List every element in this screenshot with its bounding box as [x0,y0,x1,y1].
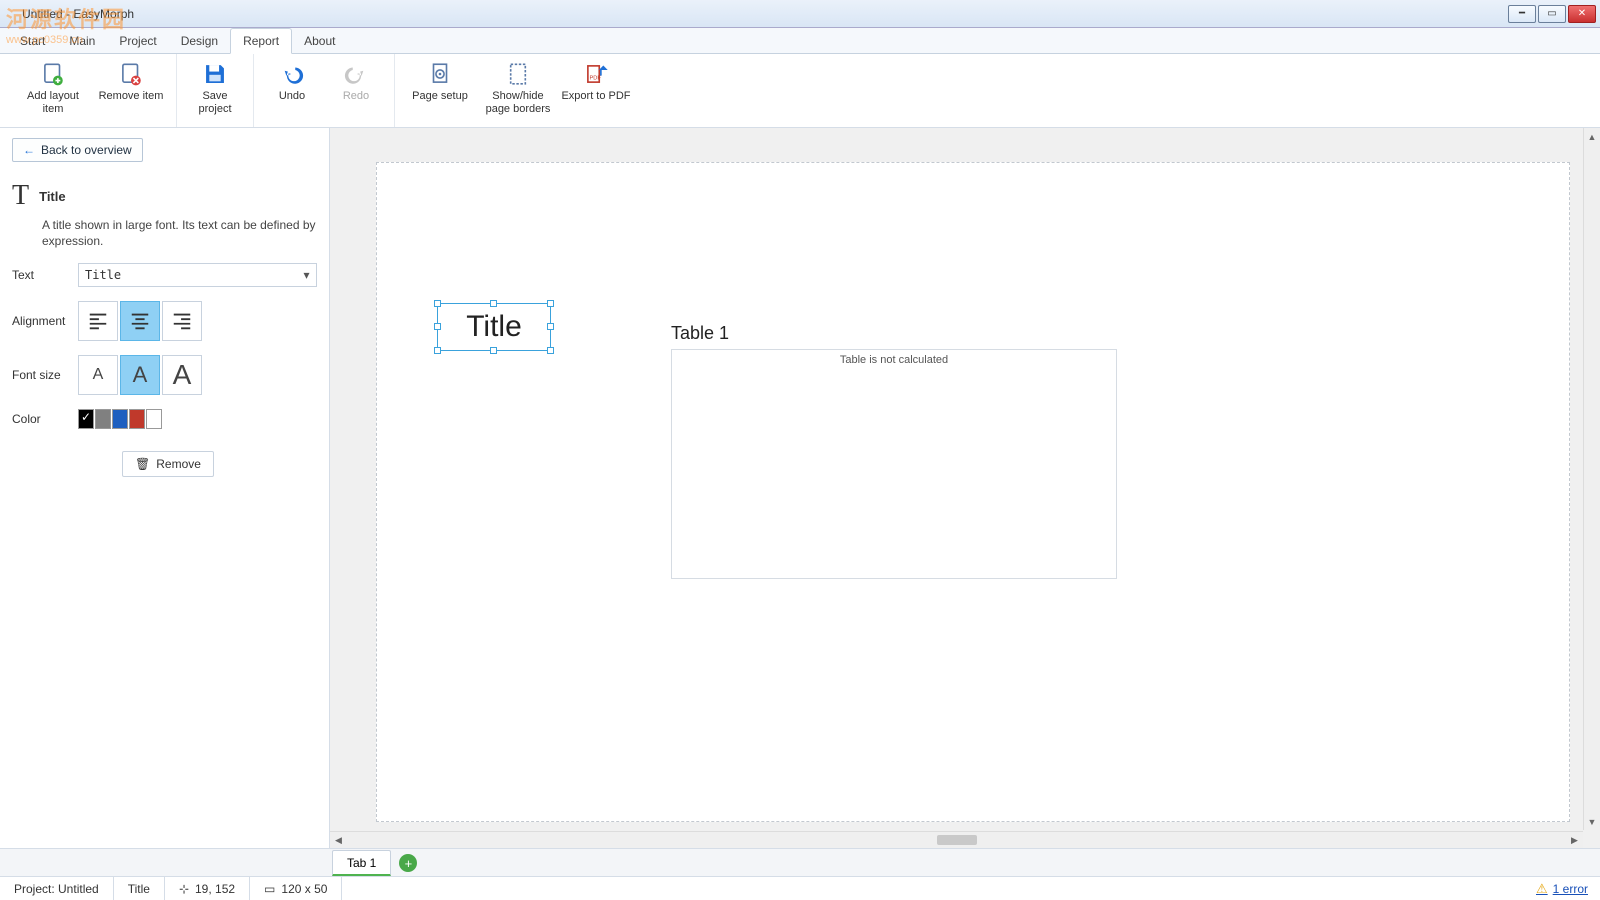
window-titlebar: Untitled - EasyMorph ━ ▭ ✕ [0,0,1600,28]
tab-design[interactable]: Design [169,29,230,53]
selected-title-element[interactable]: Title [437,303,551,351]
status-errors-link[interactable]: ⚠ 1 error [1536,881,1600,897]
scroll-down-button[interactable]: ▼ [1584,813,1600,830]
page-borders-icon [505,60,531,88]
color-gray[interactable] [95,409,111,429]
fontsize-small-button[interactable]: A [78,355,118,395]
table-not-calculated-msg: Table is not calculated [840,354,948,366]
color-swatches [78,409,162,429]
warning-icon: ⚠ [1536,881,1548,897]
element-type-label: Title [39,189,66,204]
trash-icon: 🗑 [135,457,150,471]
redo-icon [343,60,369,88]
status-project: Project: Untitled [0,877,114,900]
add-sheet-button[interactable]: + [399,854,417,872]
maximize-button[interactable]: ▭ [1538,5,1566,23]
save-icon [202,60,228,88]
properties-panel: ← Back to overview T Title A title shown… [0,128,330,848]
sheet-tabs: Tab 1 + [0,848,1600,876]
status-position: ⊹ 19, 152 [165,877,250,900]
color-blue[interactable] [112,409,128,429]
table-element-title[interactable]: Table 1 [671,323,729,344]
title-text-input[interactable] [79,268,296,282]
add-layout-item-button[interactable]: Add layout item [14,58,92,123]
fontsize-label: Font size [12,368,78,382]
color-black[interactable] [78,409,94,429]
remove-item-button[interactable]: Remove item [92,58,170,123]
report-page[interactable]: Title Table 1 Table is not calculated [376,162,1570,822]
ribbon: Add layout item Remove item Save project… [0,54,1600,128]
fontsize-large-button[interactable]: A [162,355,202,395]
text-input-wrap: ▾ [78,263,317,287]
tab-report[interactable]: Report [230,28,292,54]
save-project-button[interactable]: Save project [183,58,247,123]
fontsize-medium-button[interactable]: A [120,355,160,395]
redo-button[interactable]: Redo [324,58,388,123]
close-button[interactable]: ✕ [1568,5,1596,23]
color-label: Color [12,412,78,426]
report-canvas[interactable]: Title Table 1 Table is not calculated ▲ … [330,128,1600,848]
size-icon: ▭ [264,882,275,896]
back-arrow-icon: ← [23,143,35,157]
align-left-icon [87,310,109,332]
resize-handle-ne[interactable] [547,300,554,307]
scroll-up-button[interactable]: ▲ [1584,128,1600,145]
horizontal-scrollbar[interactable]: ◀ ▶ [330,831,1583,848]
color-white[interactable] [146,409,162,429]
undo-icon [279,60,305,88]
page-setup-icon [427,60,453,88]
resize-handle-w[interactable] [434,323,441,330]
sheet-tab-1[interactable]: Tab 1 [332,850,391,876]
align-right-button[interactable] [162,301,202,341]
align-center-icon [129,310,151,332]
undo-button[interactable]: Undo [260,58,324,123]
resize-handle-e[interactable] [547,323,554,330]
resize-handle-se[interactable] [547,347,554,354]
alignment-label: Alignment [12,314,78,328]
position-icon: ⊹ [179,882,189,896]
page-setup-button[interactable]: Page setup [401,58,479,123]
back-to-overview-button[interactable]: ← Back to overview [12,138,143,162]
text-dropdown-button[interactable]: ▾ [296,268,316,282]
add-layout-icon [40,60,66,88]
tab-project[interactable]: Project [107,29,168,53]
align-right-icon [171,310,193,332]
export-pdf-button[interactable]: PDF Export to PDF [557,58,635,123]
status-bar: Project: Untitled Title ⊹ 19, 152 ▭ 120 … [0,876,1600,900]
showhide-borders-button[interactable]: Show/hide page borders [479,58,557,123]
status-selection: Title [114,877,165,900]
remove-element-button[interactable]: 🗑 Remove [122,451,214,477]
tab-about[interactable]: About [292,29,347,53]
minimize-button[interactable]: ━ [1508,5,1536,23]
export-pdf-icon: PDF [583,60,609,88]
resize-handle-sw[interactable] [434,347,441,354]
element-description: A title shown in large font. Its text ca… [2,218,317,249]
status-size: ▭ 120 x 50 [250,877,342,900]
scroll-right-button[interactable]: ▶ [1566,835,1583,846]
tab-start[interactable]: Start [8,29,57,53]
scroll-thumb[interactable] [937,835,977,845]
ribbon-tabs: Start Main Project Design Report About [0,28,1600,54]
tab-main[interactable]: Main [57,29,107,53]
align-center-button[interactable] [120,301,160,341]
vertical-scrollbar[interactable]: ▲ ▼ [1583,128,1600,830]
svg-text:PDF: PDF [590,76,602,82]
window-title: Untitled - EasyMorph [4,7,1508,21]
scroll-left-button[interactable]: ◀ [330,835,347,846]
title-type-icon: T [12,180,29,212]
color-red[interactable] [129,409,145,429]
resize-handle-nw[interactable] [434,300,441,307]
text-label: Text [12,268,78,282]
resize-handle-s[interactable] [490,347,497,354]
table-element-body[interactable]: Table is not calculated [671,349,1117,579]
align-left-button[interactable] [78,301,118,341]
remove-item-icon [118,60,144,88]
resize-handle-n[interactable] [490,300,497,307]
